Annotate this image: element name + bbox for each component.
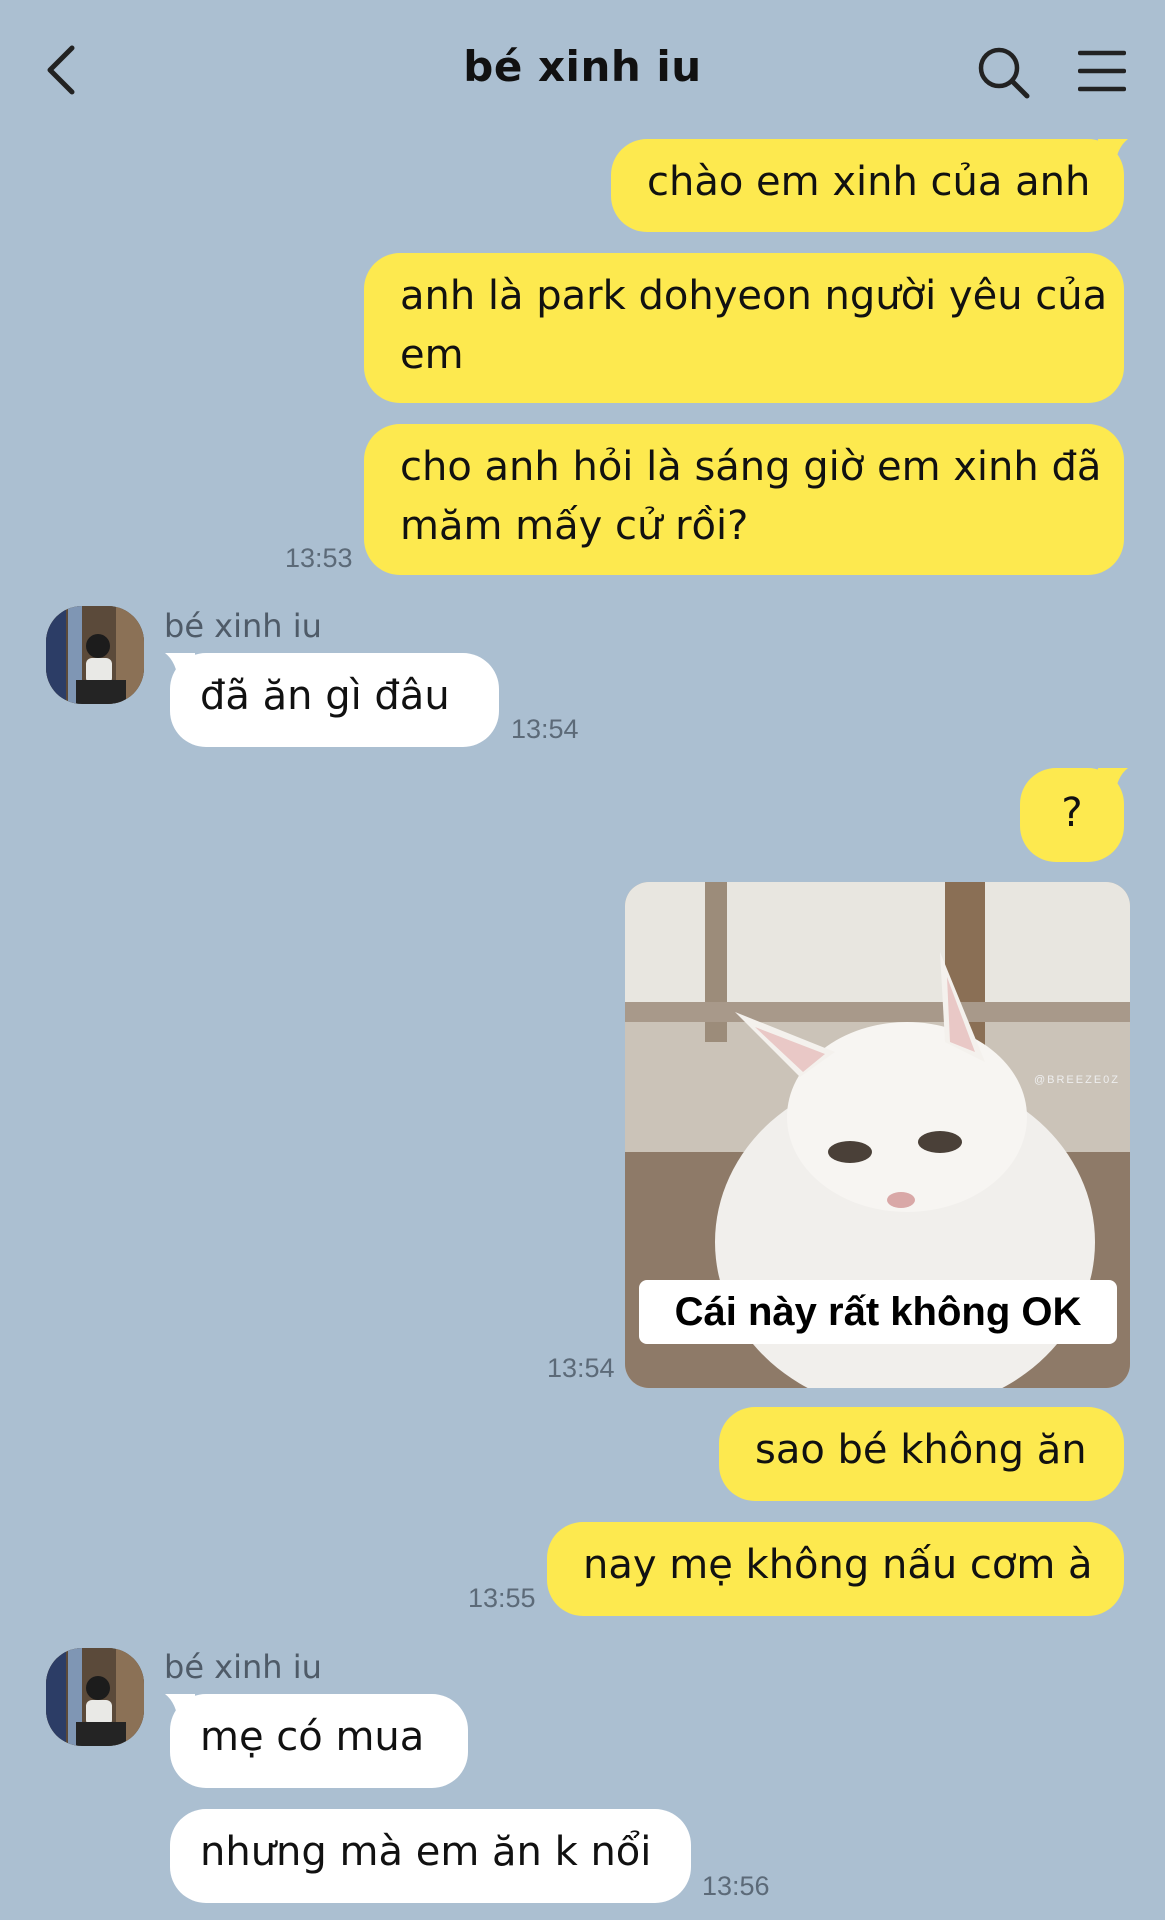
message-text-line: em	[400, 332, 464, 378]
sender-name: bé xinh iu	[164, 1648, 322, 1686]
message-text: chào em xinh của anh	[647, 159, 1091, 205]
sticker-watermark: @BREEZE0Z	[1033, 1074, 1120, 1086]
sticker-caption: Cái này rất không OK	[639, 1280, 1117, 1344]
search-icon	[978, 47, 1030, 99]
message-timestamp: 13:56	[702, 1871, 770, 1901]
menu-button[interactable]	[1077, 48, 1127, 94]
message-text: sao bé không ăn	[755, 1427, 1087, 1473]
message-text: nhưng mà em ăn k nổi	[200, 1829, 652, 1875]
message-text-line: măm mấy cử rồi?	[400, 503, 749, 549]
avatar[interactable]	[46, 606, 144, 704]
message-timestamp: 13:54	[511, 714, 579, 744]
outgoing-message[interactable]: cho anh hỏi là sáng giờ em xinh đã măm m…	[364, 424, 1124, 575]
avatar-photo	[46, 1648, 144, 1746]
outgoing-message[interactable]: chào em xinh của anh	[611, 139, 1124, 232]
message-timestamp: 13:53	[285, 543, 353, 573]
search-button[interactable]	[975, 44, 1031, 100]
outgoing-message[interactable]: anh là park dohyeon người yêu của em	[364, 253, 1124, 403]
sticker-image[interactable]: @BREEZE0Z Cái này rất không OK	[625, 882, 1130, 1388]
message-text-line: cho anh hỏi là sáng giờ em xinh đã	[400, 444, 1102, 490]
sender-name: bé xinh iu	[164, 607, 322, 645]
message-text: mẹ có mua	[200, 1714, 425, 1760]
incoming-message[interactable]: đã ăn gì đâu	[170, 653, 499, 747]
hamburger-menu-icon	[1077, 50, 1127, 92]
message-text-line: anh là park dohyeon người yêu của	[400, 273, 1108, 319]
message-text: ?	[1061, 790, 1083, 836]
avatar[interactable]	[46, 1648, 144, 1746]
outgoing-message[interactable]: sao bé không ăn	[719, 1407, 1124, 1501]
message-timestamp: 13:55	[468, 1583, 536, 1613]
incoming-message[interactable]: mẹ có mua	[170, 1694, 468, 1788]
incoming-message[interactable]: nhưng mà em ăn k nổi	[170, 1809, 691, 1903]
outgoing-message[interactable]: ?	[1020, 768, 1124, 862]
message-text: nay mẹ không nấu cơm à	[583, 1542, 1093, 1588]
avatar-photo	[46, 606, 144, 704]
message-timestamp: 13:54	[547, 1353, 615, 1383]
message-text: đã ăn gì đâu	[200, 673, 450, 719]
chat-header: bé xinh iu	[0, 0, 1165, 140]
outgoing-message[interactable]: nay mẹ không nấu cơm à	[547, 1522, 1124, 1616]
